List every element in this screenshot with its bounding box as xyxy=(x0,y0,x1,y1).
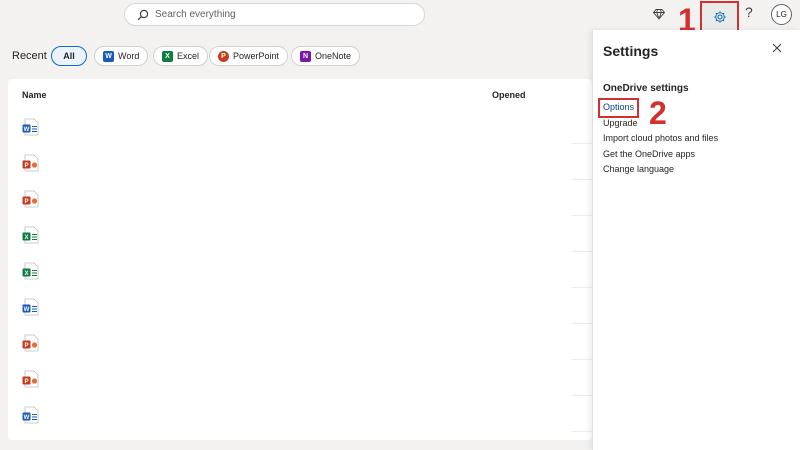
search-input[interactable] xyxy=(155,9,405,20)
filter-chip-all[interactable]: All xyxy=(51,46,87,66)
table-row[interactable]: P xyxy=(20,360,592,396)
table-row[interactable]: P xyxy=(20,144,592,180)
table-row[interactable]: X xyxy=(20,252,592,288)
recent-files-list: Name Opened W P P X X W P P W xyxy=(8,79,592,440)
svg-text:W: W xyxy=(24,415,30,421)
excel-icon: X xyxy=(162,50,173,62)
table-row[interactable]: W xyxy=(20,396,592,432)
onedrive-settings-heading: OneDrive settings xyxy=(603,83,689,94)
link-import-cloud-photos[interactable]: Import cloud photos and files xyxy=(603,133,718,143)
svg-text:W: W xyxy=(24,307,30,313)
powerpoint-file-icon: P xyxy=(22,154,39,172)
filter-chip-label: Word xyxy=(118,51,140,61)
premium-diamond-icon[interactable] xyxy=(651,6,667,22)
row-divider xyxy=(572,431,592,432)
filter-chip-onenote[interactable]: N OneNote xyxy=(291,46,361,66)
annotation-step-2: 2 xyxy=(649,95,667,131)
powerpoint-file-icon: P xyxy=(22,190,39,208)
table-row[interactable]: X xyxy=(20,216,592,252)
search-box[interactable] xyxy=(124,3,425,26)
table-row[interactable]: P xyxy=(20,180,592,216)
svg-text:P: P xyxy=(24,379,28,385)
filter-chip-word[interactable]: W Word xyxy=(94,46,149,66)
table-row[interactable]: W xyxy=(20,288,592,324)
link-change-language[interactable]: Change language xyxy=(603,164,674,174)
excel-file-icon: X xyxy=(22,262,39,280)
word-icon: W xyxy=(103,50,114,62)
svg-text:X: X xyxy=(24,271,28,277)
excel-file-icon: X xyxy=(22,226,39,244)
search-icon xyxy=(137,9,149,20)
powerpoint-icon: P xyxy=(218,50,229,62)
svg-text:X: X xyxy=(24,235,28,241)
close-settings-button[interactable] xyxy=(770,41,784,55)
filter-chip-label: PowerPoint xyxy=(233,51,280,61)
filter-chip-label: OneNote xyxy=(315,51,352,61)
svg-text:P: P xyxy=(24,163,28,169)
table-row[interactable]: P xyxy=(20,324,592,360)
options-highlight xyxy=(598,98,639,118)
filter-chip-powerpoint[interactable]: P PowerPoint xyxy=(209,46,289,66)
word-file-icon: W xyxy=(22,118,39,136)
svg-text:P: P xyxy=(24,199,28,205)
filter-chip-label: Excel xyxy=(177,51,200,61)
settings-pane: Settings OneDrive settings Options Upgra… xyxy=(592,30,800,450)
column-header-name[interactable]: Name xyxy=(22,90,47,100)
filter-chip-excel[interactable]: X Excel xyxy=(153,46,209,66)
word-file-icon: W xyxy=(22,406,39,424)
powerpoint-file-icon: P xyxy=(22,334,39,352)
gear-icon xyxy=(713,10,726,23)
settings-title: Settings xyxy=(603,43,659,59)
recent-label: Recent xyxy=(12,50,47,62)
onenote-icon: N xyxy=(300,50,311,62)
column-header-opened[interactable]: Opened xyxy=(492,90,526,100)
link-get-onedrive-apps[interactable]: Get the OneDrive apps xyxy=(603,149,695,159)
svg-text:P: P xyxy=(24,343,28,349)
settings-button[interactable] xyxy=(700,1,739,32)
close-icon xyxy=(772,43,782,53)
link-upgrade[interactable]: Upgrade xyxy=(603,118,638,128)
filter-chip-label: All xyxy=(63,51,75,61)
powerpoint-file-icon: P xyxy=(22,370,39,388)
svg-text:W: W xyxy=(24,127,30,133)
table-row[interactable]: W xyxy=(20,108,592,144)
word-file-icon: W xyxy=(22,298,39,316)
avatar[interactable]: LG xyxy=(771,4,792,25)
help-button[interactable]: ? xyxy=(745,4,753,20)
